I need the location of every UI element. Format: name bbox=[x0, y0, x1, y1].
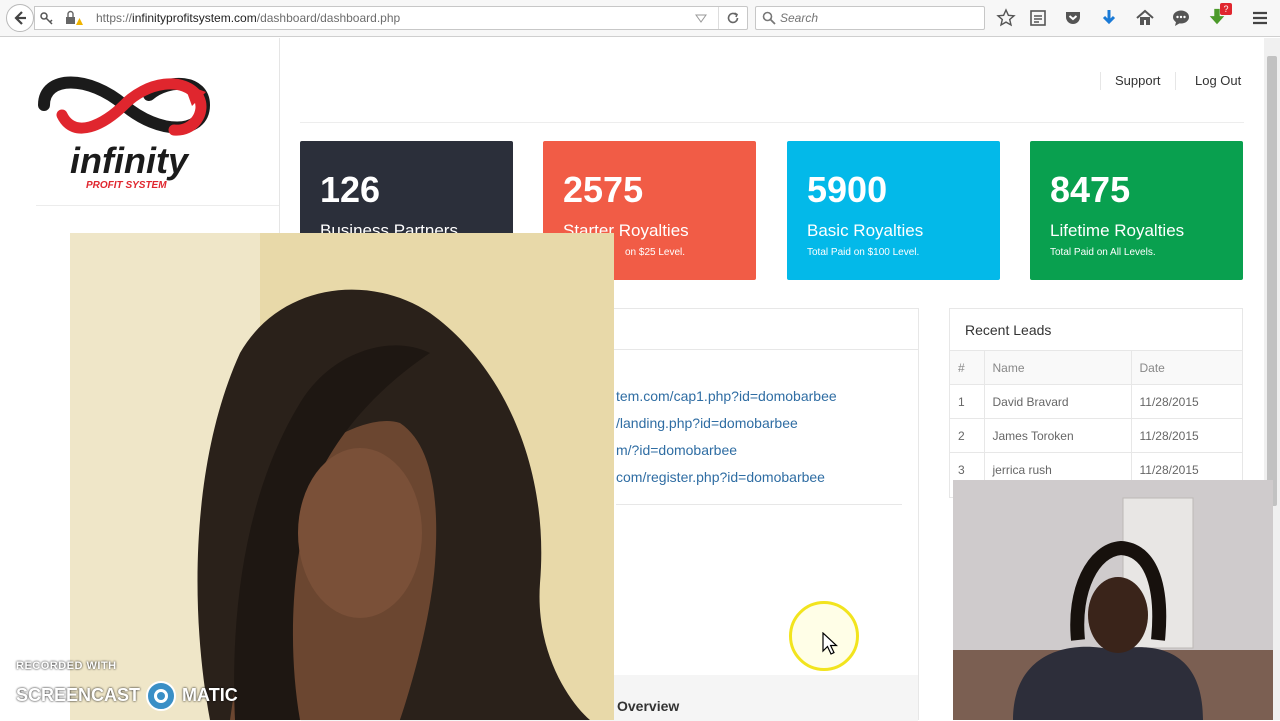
stat-value: 2575 bbox=[563, 169, 644, 210]
notification-badge: ? bbox=[1220, 3, 1232, 15]
reading-list-icon[interactable] bbox=[1028, 8, 1048, 28]
lead-number: 2 bbox=[950, 418, 985, 453]
url-text[interactable]: https://infinityprofitsystem.com/dashboa… bbox=[96, 11, 400, 25]
bookmark-star-icon[interactable] bbox=[996, 8, 1016, 28]
infinity-logo-mark: infinity PROFIT SYSTEM bbox=[38, 76, 211, 191]
lead-name: James Toroken bbox=[984, 418, 1132, 453]
screencast-logo-icon bbox=[146, 681, 177, 711]
reload-icon[interactable] bbox=[725, 10, 741, 26]
recent-leads-panel: Recent Leads # Name Date 1 David Bravard… bbox=[949, 308, 1243, 498]
search-icon bbox=[762, 11, 776, 25]
panel-divider bbox=[616, 504, 902, 505]
chat-icon[interactable] bbox=[1171, 8, 1191, 28]
webcam-video bbox=[953, 480, 1273, 720]
stat-value: 126 bbox=[320, 169, 381, 210]
stat-subtitle: on $25 Level. bbox=[625, 247, 686, 258]
scrollbar-thumb[interactable] bbox=[1267, 56, 1277, 506]
column-header-name: Name bbox=[984, 350, 1132, 385]
home-icon[interactable] bbox=[1135, 8, 1155, 28]
profile-photo-overlay bbox=[70, 233, 614, 720]
stat-subtitle: Total Paid on All Levels. bbox=[1050, 247, 1156, 258]
url-scheme: https:// bbox=[96, 11, 133, 25]
logo-tagline: PROFIT SYSTEM bbox=[86, 180, 167, 191]
sidebar-divider bbox=[36, 205, 279, 206]
insecure-lock-warning-icon[interactable] bbox=[65, 10, 83, 26]
header-divider bbox=[300, 122, 1244, 123]
table-row[interactable]: 1 David Bravard 11/28/2015 bbox=[950, 384, 1242, 419]
url-path: /dashboard/dashboard.php bbox=[256, 11, 401, 25]
browser-toolbar: https://infinityprofitsystem.com/dashboa… bbox=[0, 0, 1280, 37]
portrait-photo bbox=[70, 233, 614, 720]
mouse-pointer-icon bbox=[822, 632, 838, 655]
stat-title: Lifetime Royalties bbox=[1050, 221, 1185, 240]
recent-leads-title: Recent Leads bbox=[965, 322, 1052, 338]
nav-separator bbox=[1175, 72, 1176, 90]
menu-icon[interactable] bbox=[1250, 8, 1270, 28]
brand-logo[interactable]: infinity PROFIT SYSTEM bbox=[34, 70, 214, 200]
logout-link[interactable]: Log Out bbox=[1195, 73, 1241, 88]
recent-leads-table: # Name Date 1 David Bravard 11/28/2015 2… bbox=[950, 350, 1242, 487]
referral-link-home[interactable]: m/?id=domobarbee bbox=[616, 442, 737, 458]
watermark-brand-part2: MATIC bbox=[182, 684, 238, 705]
screencast-watermark: RECORDED WITH SCREENCAST MATIC bbox=[16, 660, 238, 711]
watermark-recorded-with: RECORDED WITH bbox=[16, 660, 117, 672]
column-header-date: Date bbox=[1131, 350, 1242, 385]
logo-wordmark: infinity bbox=[70, 140, 190, 181]
pocket-icon[interactable] bbox=[1063, 8, 1083, 28]
download-icon[interactable] bbox=[1099, 8, 1119, 28]
table-row[interactable]: 2 James Toroken 11/28/2015 bbox=[950, 418, 1242, 453]
stat-title: Basic Royalties bbox=[807, 221, 924, 240]
nav-separator bbox=[1100, 72, 1101, 90]
support-link[interactable]: Support bbox=[1115, 73, 1161, 88]
search-bar[interactable] bbox=[755, 6, 985, 30]
lead-date: 11/28/2015 bbox=[1131, 418, 1242, 453]
referral-link-landing[interactable]: /landing.php?id=domobarbee bbox=[616, 415, 798, 431]
search-input[interactable] bbox=[780, 9, 980, 27]
url-host: infinityprofitsystem.com bbox=[132, 11, 257, 25]
lead-date: 11/28/2015 bbox=[1131, 384, 1242, 419]
referral-link-capture[interactable]: tem.com/cap1.php?id=domobarbee bbox=[616, 388, 837, 404]
back-arrow-icon bbox=[14, 11, 26, 25]
column-header-number: # bbox=[950, 350, 985, 385]
stat-card-basic-royalties[interactable]: 5900 Basic Royalties Total Paid on $100 … bbox=[787, 141, 1000, 280]
stat-card-lifetime-royalties[interactable]: 8475 Lifetime Royalties Total Paid on Al… bbox=[1030, 141, 1243, 280]
table-header-row: # Name Date bbox=[950, 350, 1242, 385]
webcam-overlay bbox=[953, 480, 1273, 720]
stat-value: 5900 bbox=[807, 169, 888, 210]
back-button[interactable] bbox=[6, 4, 34, 32]
watermark-brand: SCREENCAST MATIC bbox=[16, 680, 238, 712]
stat-subtitle: Total Paid on $100 Level. bbox=[807, 247, 920, 258]
url-bar[interactable]: https://infinityprofitsystem.com/dashboa… bbox=[34, 6, 748, 30]
stat-value: 8475 bbox=[1050, 169, 1131, 210]
referral-link-register[interactable]: com/register.php?id=domobarbee bbox=[616, 469, 825, 485]
dropdown-triangle-icon[interactable] bbox=[695, 14, 707, 24]
overview-title: Overview bbox=[617, 698, 680, 714]
watermark-brand-part1: SCREENCAST bbox=[16, 684, 141, 705]
lead-name: David Bravard bbox=[984, 384, 1132, 419]
key-icon[interactable] bbox=[39, 10, 55, 26]
lead-number: 1 bbox=[950, 384, 985, 419]
